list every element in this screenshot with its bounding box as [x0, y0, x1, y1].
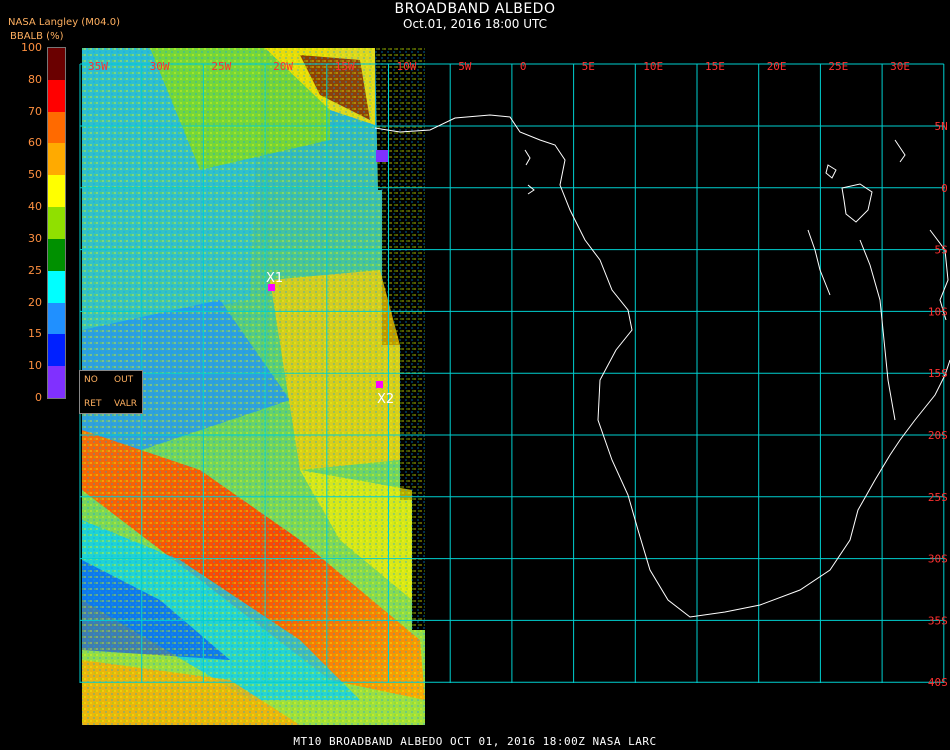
- latitude-label: 25S: [928, 491, 948, 504]
- coastline: [374, 114, 950, 618]
- latitude-label: 35S: [928, 614, 948, 627]
- albedo-map: 35W 30W 25W 20W 15W 10W 5W 0 5E 10E 15E 20E 25E 30E 35…: [79, 48, 950, 725]
- legend-ret: RET: [84, 399, 102, 409]
- longitude-label: 5E: [582, 60, 595, 73]
- legend-out: OUT: [114, 375, 134, 385]
- latitude-labels: 5N 0 5S 10S 15S 20S 25S 30S 35S 40S: [928, 120, 948, 689]
- longitude-label: 20W: [273, 60, 293, 73]
- longitude-label: 35W: [88, 60, 108, 73]
- longitude-label: 5W: [458, 60, 472, 73]
- longitude-label: 25W: [211, 60, 231, 73]
- svg-text:X2: X2: [377, 392, 394, 407]
- latitude-label: 5N: [935, 120, 948, 133]
- longitude-label: 10W: [397, 60, 417, 73]
- latitude-label: 10S: [928, 305, 948, 318]
- longitude-label: 30E: [890, 60, 910, 73]
- longitude-label: 10E: [643, 60, 663, 73]
- footer-caption: MT10 BROADBAND ALBEDO OCT 01, 2016 18:00…: [293, 735, 657, 748]
- longitude-label: 15E: [705, 60, 725, 73]
- longitude-label: 0: [520, 60, 527, 73]
- flag-legend: NO OUT RET VALR: [79, 370, 143, 414]
- latitude-label: 20S: [928, 429, 948, 442]
- longitude-label: 30W: [150, 60, 170, 73]
- latitude-label: 40S: [928, 676, 948, 689]
- legend-valr: VALR: [114, 399, 138, 409]
- svg-text:X1: X1: [266, 271, 283, 286]
- latitude-label: 0: [941, 182, 948, 195]
- longitude-label: 20E: [767, 60, 787, 73]
- latitude-label: 30S: [928, 553, 948, 566]
- longitude-label: 15W: [335, 60, 355, 73]
- legend-no: NO: [84, 375, 98, 385]
- latitude-label: 15S: [928, 367, 948, 380]
- longitude-label: 25E: [828, 60, 848, 73]
- latitude-label: 5S: [935, 244, 948, 257]
